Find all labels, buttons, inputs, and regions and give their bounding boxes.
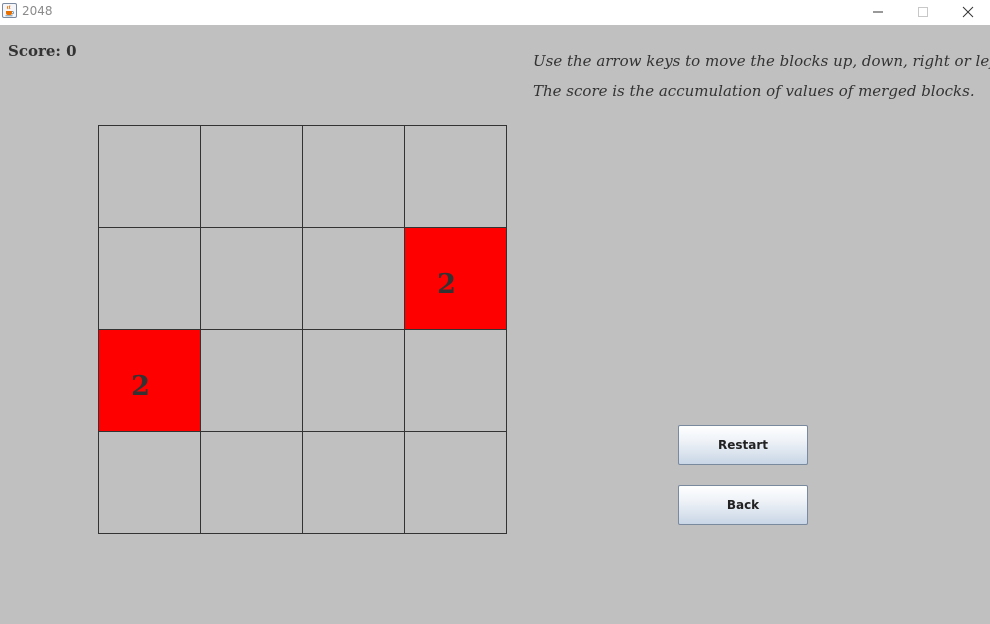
board-cell xyxy=(302,431,405,534)
board-cell xyxy=(404,125,507,228)
tile-value: 2 xyxy=(131,371,150,402)
window-title: 2048 xyxy=(22,4,53,18)
close-icon xyxy=(962,6,973,18)
board-cell xyxy=(200,125,303,228)
minimize-icon xyxy=(872,11,883,13)
board-cell xyxy=(302,227,405,330)
back-button[interactable]: Back xyxy=(678,485,808,525)
instructions: Use the arrow keys to move the blocks up… xyxy=(533,50,990,110)
close-button[interactable] xyxy=(945,0,990,25)
board-tile: 2 xyxy=(404,227,507,330)
board-tile: 2 xyxy=(98,329,201,432)
board-cell xyxy=(200,227,303,330)
board-cell xyxy=(98,227,201,330)
minimize-button[interactable] xyxy=(855,0,900,25)
java-cup-icon xyxy=(2,3,17,18)
title-bar: 2048 xyxy=(0,0,990,25)
board-cell xyxy=(98,125,201,228)
board-cell xyxy=(302,125,405,228)
board-cell xyxy=(98,431,201,534)
board-cell xyxy=(404,431,507,534)
board-cell xyxy=(404,329,507,432)
score-label: Score: 0 xyxy=(8,42,77,60)
restart-button[interactable]: Restart xyxy=(678,425,808,465)
instruction-line-controls: Use the arrow keys to move the blocks up… xyxy=(533,52,990,70)
game-board[interactable]: 22 xyxy=(98,125,507,534)
maximize-button[interactable] xyxy=(900,0,945,25)
board-cell xyxy=(200,329,303,432)
maximize-icon xyxy=(917,7,928,17)
tile-value: 2 xyxy=(437,269,456,300)
board-cell xyxy=(200,431,303,534)
instruction-line-scoring: The score is the accumulation of values … xyxy=(533,82,975,100)
board-cell xyxy=(302,329,405,432)
